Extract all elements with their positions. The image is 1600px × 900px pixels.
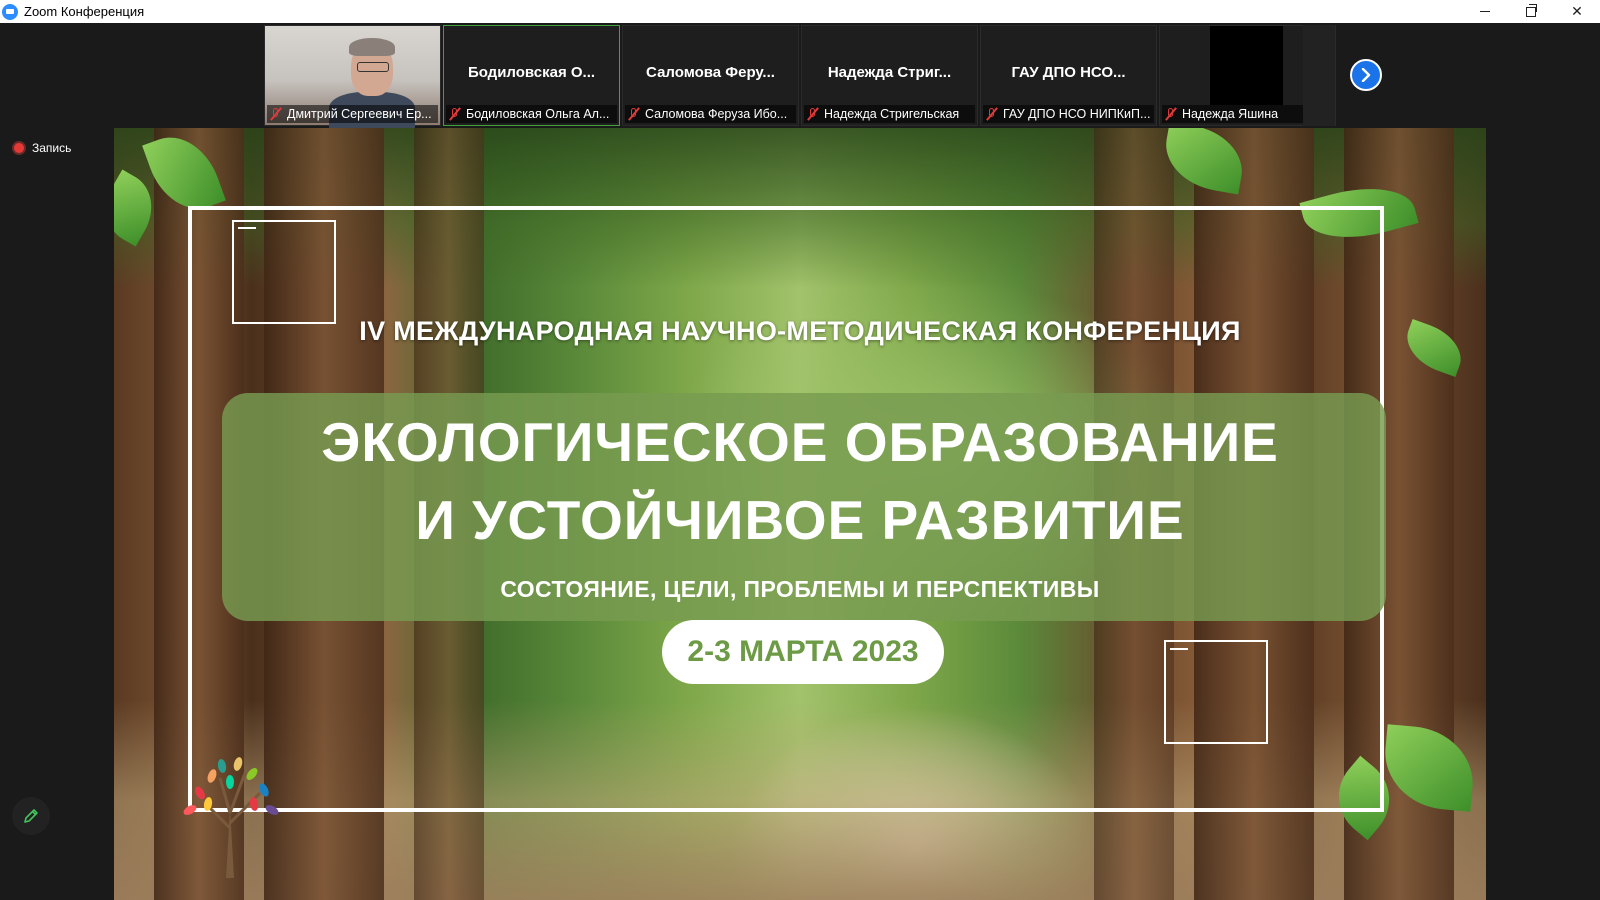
- pencil-icon: [24, 809, 38, 823]
- participant-display-name: Бодиловская О...: [467, 64, 596, 81]
- next-participants-button[interactable]: [1350, 59, 1382, 91]
- mic-muted-icon: [448, 107, 462, 121]
- mic-muted-icon: [627, 107, 641, 121]
- participant-name: Дмитрий Сергеевич Ер...: [287, 107, 432, 121]
- participant-name: Надежда Яшина: [1182, 107, 1279, 121]
- window-controls: ✕: [1462, 0, 1600, 23]
- participant-tile[interactable]: Надежда Стриг... Надежда Стригельская: [801, 25, 978, 126]
- participant-name: Саломова Феруза Ибо...: [645, 107, 788, 121]
- conference-heading: IV МЕЖДУНАРОДНАЯ НАУЧНО-МЕТОДИЧЕСКАЯ КОН…: [359, 316, 1241, 346]
- strip-scroll-area: [1303, 25, 1335, 126]
- window-titlebar: Zoom Конференция ✕: [0, 0, 1600, 23]
- restore-button[interactable]: [1508, 0, 1554, 23]
- participant-display-name: Надежда Стриг...: [827, 64, 952, 81]
- zoom-logo-icon: [2, 3, 18, 20]
- slide-corner-decoration: [232, 220, 336, 324]
- participant-label: Надежда Стригельская: [804, 105, 975, 123]
- window-title: Zoom Конференция: [24, 4, 145, 19]
- participant-label: Саломова Феруза Ибо...: [625, 105, 796, 123]
- participant-label: ГАУ ДПО НСО НИПКиП...: [983, 105, 1154, 123]
- mic-muted-icon: [985, 107, 999, 121]
- minimize-icon: [1480, 11, 1490, 12]
- record-icon: [14, 143, 24, 153]
- mic-muted-icon: [1164, 107, 1178, 121]
- participant-tile[interactable]: ГАУ ДПО НСО... ГАУ ДПО НСО НИПКиП...: [980, 25, 1157, 126]
- restore-icon: [1526, 3, 1537, 17]
- tree-logo-icon: [183, 757, 279, 878]
- participant-display-name: ГАУ ДПО НСО...: [1011, 64, 1126, 81]
- mic-muted-icon: [806, 107, 820, 121]
- mic-muted-icon: [269, 107, 283, 121]
- slide-title-line-2: И УСТОЙЧИВОЕ РАЗВИТИЕ: [415, 489, 1185, 551]
- participant-name: Надежда Стригельская: [824, 107, 960, 121]
- shared-screen-slide: IV МЕЖДУНАРОДНАЯ НАУЧНО-МЕТОДИЧЕСКАЯ КОН…: [114, 128, 1486, 900]
- participant-tile[interactable]: Саломова Феру... Саломова Феруза Ибо...: [622, 25, 799, 126]
- recording-label: Запись: [32, 141, 72, 155]
- close-icon: ✕: [1571, 3, 1583, 19]
- participant-strip: Дмитрий Сергеевич Ер... Бодиловская О...…: [264, 25, 1338, 132]
- participant-tile-active-speaker[interactable]: Бодиловская О... Бодиловская Ольга Ал...: [443, 25, 620, 126]
- recording-indicator[interactable]: Запись: [14, 141, 71, 155]
- participant-name: Бодиловская Ольга Ал...: [466, 107, 610, 121]
- participant-label: Бодиловская Ольга Ал...: [446, 105, 617, 123]
- slide-corner-decoration: [1164, 640, 1268, 744]
- slide-subtitle: СОСТОЯНИЕ, ЦЕЛИ, ПРОБЛЕМЫ И ПЕРСПЕКТИВЫ: [500, 576, 1100, 602]
- participant-video-black: [1210, 26, 1283, 105]
- participant-display-name: Саломова Феру...: [646, 64, 775, 81]
- annotate-button[interactable]: [12, 797, 50, 835]
- conference-date: 2-3 МАРТА 2023: [662, 620, 944, 684]
- participant-name: ГАУ ДПО НСО НИПКиП...: [1003, 107, 1151, 121]
- close-button[interactable]: ✕: [1554, 0, 1600, 23]
- minimize-button[interactable]: [1462, 0, 1508, 23]
- slide-title-line-1: ЭКОЛОГИЧЕСКОЕ ОБРАЗОВАНИЕ: [321, 411, 1279, 473]
- participant-tile[interactable]: Дмитрий Сергеевич Ер...: [264, 25, 441, 132]
- chevron-right-icon: [1361, 68, 1371, 82]
- participant-label: Дмитрий Сергеевич Ер...: [267, 105, 438, 123]
